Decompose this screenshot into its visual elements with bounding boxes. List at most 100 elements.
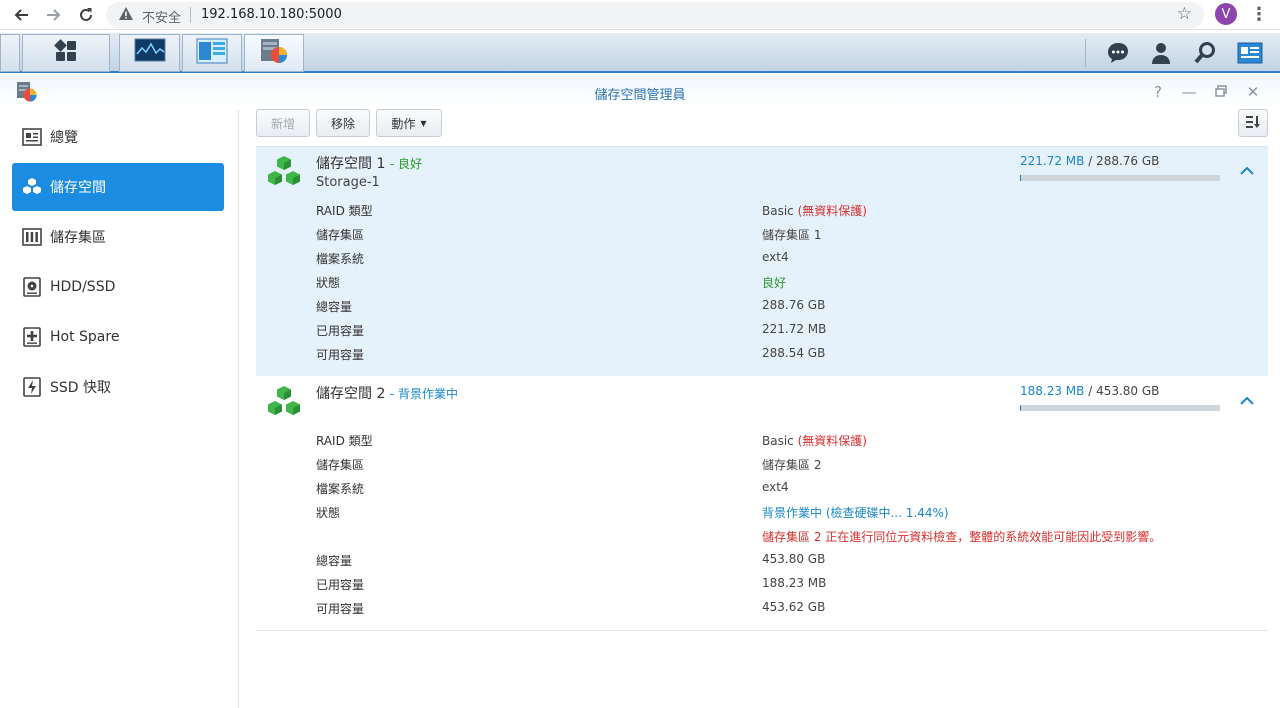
usage-summary: 221.72 MB / 288.76 GB	[1020, 154, 1159, 168]
storage-manager-icon	[258, 37, 290, 69]
address-bar[interactable]: 不安全 192.168.10.180:5000 ☆	[106, 2, 1204, 28]
prop-row-status: 狀態 背景作業中 (檢查硬碟中... 1.44%)	[316, 504, 1216, 524]
omnibox-divider	[190, 7, 191, 23]
forward-icon[interactable]	[43, 4, 65, 26]
volume-card[interactable]: 儲存空間 1 - 良好 Storage-1 221.72 MB / 288.76…	[256, 146, 1268, 376]
more-menu-icon[interactable]: ⋮	[1250, 4, 1268, 26]
storage-manager-taskbar-button[interactable]	[244, 34, 304, 72]
used-size: 221.72 MB	[1020, 154, 1085, 168]
prop-row-free: 可用容量 288.54 GB	[316, 346, 1216, 366]
volume-title: 儲存空間 1 - 良好	[316, 153, 422, 173]
prop-value: 背景作業中 (檢查硬碟中... 1.44%)	[762, 506, 949, 520]
prop-value: 188.23 MB	[762, 576, 827, 590]
main-menu-button[interactable]	[22, 34, 110, 72]
prop-row-used: 已用容量 188.23 MB	[316, 576, 1216, 596]
volume-icon	[21, 176, 43, 198]
resource-monitor-icon	[134, 38, 166, 68]
prop-label: 檔案系統	[316, 252, 365, 266]
sidebar-item-storage-pool[interactable]: 儲存集區	[12, 213, 224, 261]
ssd-cache-icon	[21, 376, 43, 398]
prop-value: ext4	[762, 250, 789, 264]
user-icon[interactable]	[1147, 39, 1175, 67]
sidebar-item-hot-spare[interactable]: Hot Spare	[12, 313, 224, 361]
hot-spare-icon	[21, 326, 43, 348]
insecure-label[interactable]: 不安全	[142, 7, 181, 26]
widgets-icon[interactable]	[1236, 39, 1264, 67]
action-label: 動作	[391, 116, 416, 131]
volume-name: 儲存空間 1	[316, 156, 386, 172]
sidebar-item-label: 儲存空間	[50, 180, 106, 196]
sidebar-item-volume[interactable]: 儲存空間	[12, 163, 224, 211]
collapse-chevron-icon[interactable]	[1240, 165, 1258, 183]
window-title-bar[interactable]: 儲存空間管理員 ? — ✕	[0, 75, 1280, 108]
bookmark-star-icon[interactable]: ☆	[1177, 4, 1192, 24]
sidebar-divider	[238, 110, 239, 708]
sort-button[interactable]	[1238, 109, 1268, 137]
minimize-icon[interactable]: —	[1179, 82, 1199, 102]
prop-value: 儲存集區 1	[762, 228, 822, 242]
hdd-icon	[21, 276, 43, 298]
prop-row-filesystem: 檔案系統 ext4	[316, 250, 1216, 270]
usage-bar	[1020, 175, 1220, 181]
profile-avatar[interactable]: V	[1215, 3, 1237, 25]
prop-row-pool: 儲存集區 儲存集區 1	[316, 226, 1216, 246]
control-panel-taskbar-button[interactable]	[182, 34, 242, 72]
prop-value: 良好	[762, 276, 787, 290]
browser-toolbar: 不安全 192.168.10.180:5000 ☆ V ⋮	[0, 0, 1280, 30]
volume-description: Storage-1	[316, 175, 380, 190]
prop-value: 221.72 MB	[762, 322, 827, 336]
tray-divider	[1085, 39, 1086, 67]
prop-value: 453.62 GB	[762, 600, 826, 614]
remove-button[interactable]: 移除	[316, 109, 370, 137]
storage-pool-icon	[21, 226, 43, 248]
prop-label: 狀態	[316, 276, 341, 290]
volume-status: - 背景作業中	[389, 387, 458, 401]
prop-row-filesystem: 檔案系統 ext4	[316, 480, 1216, 500]
sidebar-item-label: 儲存集區	[50, 230, 106, 246]
prop-value: ext4	[762, 480, 789, 494]
prop-label: RAID 類型	[316, 204, 373, 218]
chat-icon[interactable]	[1104, 39, 1132, 67]
raid-note: (無資料保護)	[797, 434, 867, 448]
search-icon[interactable]	[1191, 39, 1219, 67]
maximize-icon[interactable]	[1211, 82, 1231, 102]
usage-bar	[1020, 405, 1220, 411]
prop-row-total: 總容量 453.80 GB	[316, 552, 1216, 572]
show-desktop-button[interactable]	[0, 34, 20, 72]
collapse-chevron-icon[interactable]	[1240, 395, 1258, 413]
volume-card[interactable]: 儲存空間 2 - 背景作業中 188.23 MB / 453.80 GB RAI…	[256, 377, 1268, 631]
sidebar-item-overview[interactable]: 總覽	[12, 113, 224, 161]
caret-down-icon: ▼	[420, 118, 427, 128]
sidebar-item-ssd-cache[interactable]: SSD 快取	[12, 363, 224, 411]
sort-icon	[1245, 115, 1261, 132]
help-icon[interactable]: ?	[1148, 82, 1168, 102]
used-size: 188.23 MB	[1020, 384, 1085, 398]
prop-label: RAID 類型	[316, 434, 373, 448]
back-icon[interactable]	[10, 4, 32, 26]
prop-row-pool: 儲存集區 儲存集區 2	[316, 456, 1216, 476]
volume-cubes-icon	[266, 155, 302, 193]
sidebar: 總覽 儲存空間 儲存集區 HDD/SSD Hot Spare SSD 快取	[0, 110, 238, 708]
prop-row-status: 狀態 良好	[316, 274, 1216, 294]
prop-row-raid: RAID 類型 Basic (無資料保護)	[316, 202, 1216, 222]
url-text[interactable]: 192.168.10.180:5000	[201, 7, 342, 22]
prop-label: 總容量	[316, 554, 353, 568]
window-title: 儲存空間管理員	[594, 88, 686, 103]
prop-label: 可用容量	[316, 348, 365, 362]
usage-summary: 188.23 MB / 453.80 GB	[1020, 384, 1159, 398]
overview-icon	[21, 126, 43, 148]
sidebar-item-hdd-ssd[interactable]: HDD/SSD	[12, 263, 224, 311]
total-size: / 288.76 GB	[1088, 154, 1160, 168]
action-dropdown-button[interactable]: 動作 ▼	[376, 109, 442, 137]
warning-icon[interactable]	[118, 6, 134, 26]
create-button[interactable]: 新增	[256, 109, 310, 137]
prop-row-raid: RAID 類型 Basic (無資料保護)	[316, 432, 1216, 452]
reload-icon[interactable]	[75, 4, 97, 26]
close-icon[interactable]: ✕	[1243, 82, 1263, 102]
prop-value: Basic (無資料保護)	[762, 434, 867, 448]
prop-value: Basic (無資料保護)	[762, 204, 867, 218]
control-panel-icon	[196, 38, 228, 68]
resource-monitor-taskbar-button[interactable]	[119, 34, 180, 72]
dsm-taskbar	[0, 33, 1280, 73]
main-menu-icon	[54, 39, 78, 67]
